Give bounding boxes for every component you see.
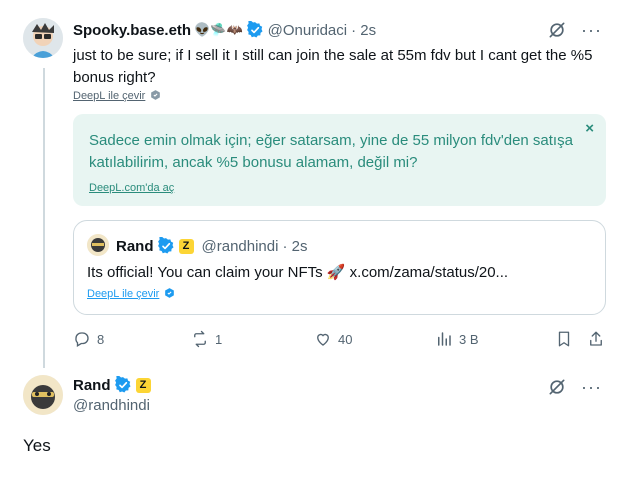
quote-display-name[interactable]: Rand: [116, 238, 154, 255]
views-count: 3 B: [459, 331, 479, 347]
verified-badge-icon: [114, 376, 130, 393]
main-top-icons: ···: [547, 377, 602, 397]
quote-text: Its official! You can claim your NFTs 🚀 …: [87, 264, 509, 281]
translation-text: Sadece emin olmak için; eğer satarsam, y…: [89, 132, 573, 171]
action-bar: 8 1 40 3 B: [73, 330, 606, 352]
reply-top-icons: ···: [547, 20, 602, 40]
bookmark-icon: [558, 331, 570, 347]
org-badge: Z: [135, 377, 151, 393]
more-options-icon[interactable]: ···: [581, 378, 602, 396]
reply-header: Spooky.base.eth 👽🛸🦇 @Onuridaci · 2s: [73, 21, 376, 39]
avatar[interactable]: [23, 18, 63, 58]
views-button[interactable]: 3 B: [435, 330, 479, 348]
deepl-translate-link[interactable]: DeepL ile çevir: [73, 89, 162, 102]
reply-icon: [75, 332, 89, 347]
verified-badge-icon: [157, 237, 173, 254]
heart-icon: [317, 333, 329, 346]
handle[interactable]: @Onuridaci: [268, 22, 347, 39]
reply-count: 8: [97, 331, 105, 347]
share-icon: [590, 331, 602, 346]
main-tweet-text: Yes: [23, 436, 51, 455]
display-name[interactable]: Spooky.base.eth: [73, 22, 191, 39]
more-options-icon[interactable]: ···: [581, 21, 602, 39]
grok-icon[interactable]: [547, 377, 567, 397]
quote-header: Rand Z @randhindi · 2s: [116, 237, 307, 255]
deepl-label[interactable]: DeepL ile çevir: [73, 90, 145, 102]
verified-badge-icon: [246, 21, 263, 38]
main-header: Rand Z: [73, 376, 151, 394]
deepl-icon: [165, 288, 175, 298]
main-handle[interactable]: @randhindi: [73, 397, 150, 414]
org-badge: Z: [178, 238, 194, 254]
timestamp[interactable]: · 2s: [351, 22, 376, 39]
like-count: 40: [338, 331, 353, 347]
repost-count: 1: [215, 331, 223, 347]
name-emojis: 👽🛸🦇: [194, 22, 243, 37]
like-button[interactable]: 40: [314, 330, 352, 348]
quote-deepl-label[interactable]: DeepL ile çevir: [87, 288, 159, 300]
main-avatar[interactable]: [23, 375, 63, 415]
reply-text: just to be sure; if I sell it I still ca…: [73, 47, 593, 86]
deepl-icon: [151, 90, 161, 100]
reply-button[interactable]: 8: [73, 330, 104, 348]
quote-avatar[interactable]: [87, 234, 109, 256]
thread-line: [43, 68, 45, 368]
close-icon[interactable]: ×: [585, 120, 594, 137]
quote-handle[interactable]: @randhindi: [202, 238, 279, 255]
reply-tweet[interactable]: Spooky.base.eth 👽🛸🦇 @Onuridaci · 2s ··· …: [0, 0, 629, 368]
quote-timestamp[interactable]: · 2s: [282, 238, 307, 255]
repost-icon: [194, 330, 206, 348]
main-display-name[interactable]: Rand: [73, 377, 111, 394]
quote-deepl-link[interactable]: DeepL ile çevir: [87, 287, 176, 300]
share-button[interactable]: [587, 330, 605, 348]
deepl-open-link[interactable]: DeepL.com'da aç: [89, 182, 174, 194]
grok-icon[interactable]: [547, 20, 567, 40]
quoted-tweet[interactable]: Rand Z @randhindi · 2s Its official! You…: [73, 220, 606, 315]
translation-box: Sadece emin olmak için; eğer satarsam, y…: [73, 114, 606, 206]
bookmark-button[interactable]: [555, 330, 573, 348]
repost-button[interactable]: 1: [191, 330, 222, 348]
views-icon: [438, 332, 451, 346]
